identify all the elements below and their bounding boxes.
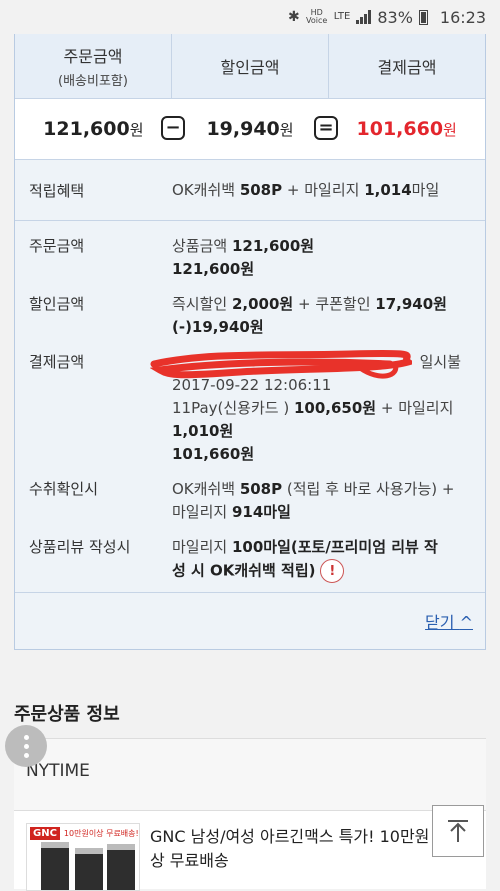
minus-icon: − [161, 116, 185, 140]
detail-discount-total: (-)19,940원 [172, 318, 264, 336]
bluetooth-icon: ✱ [287, 9, 300, 25]
order-amount-subtitle: (배송비포함) [58, 74, 128, 89]
detail-receipt-label: 수취확인시 [29, 480, 99, 498]
more-vertical-icon[interactable] [5, 725, 47, 767]
reward-mileage-unit: 마일 [411, 180, 440, 199]
detail-order-label: 주문금액 [29, 237, 85, 255]
installment-type: 일시불 [419, 353, 461, 371]
won-unit: 원 [443, 121, 457, 139]
reward-text: OK캐쉬백 508P + 마일리지 1,014마일 [172, 179, 471, 202]
product-name[interactable]: GNC 남성/여성 아르긴맥스 특가! 10만원 이상 무료배송 [150, 825, 450, 873]
card-amount: 100,650원 [293, 399, 377, 417]
reward-label: 적립혜택 [29, 181, 85, 200]
receipt-note: (적립 후 바로 사용가능) + [282, 480, 455, 498]
order-amount-value: 121,600원 [15, 118, 172, 140]
detail-discount-text: 즉시할인 2,000원 + 쿠폰할인 17,940원 (-)19,940원 [172, 293, 471, 339]
scroll-top-button[interactable] [432, 805, 484, 857]
scroll-top-icon [448, 820, 468, 842]
payment-amount-header: 결제금액 [329, 34, 485, 98]
receipt-mileage-label: 마일리지 [172, 503, 232, 521]
payment-card-line: 11Pay(신용카드 ) 100,650원 + 마일리지 [172, 397, 471, 420]
signal-icon [356, 10, 372, 24]
receipt-okcashbag-points: 508P [239, 480, 283, 498]
detail-discount-amount: 할인금액 즉시할인 2,000원 + 쿠폰할인 17,940원 (-)19,94… [15, 293, 485, 351]
reward-mileage-label: + 마일리지 [282, 180, 365, 199]
reward-okcashbag-points: 508P [239, 180, 283, 199]
summary-values: 121,600원 19,940원 101,660원 − = [15, 99, 485, 160]
payment-amount-number: 101,660 [356, 118, 444, 140]
detail-discount-label: 할인금액 [29, 295, 85, 313]
close-button[interactable]: 닫기 ^ [425, 609, 473, 633]
gnc-logo: GNC [30, 826, 60, 840]
clock: 16:23 [439, 7, 486, 27]
review-line1: 마일리지 100마일(포토/프리미엄 리뷰 작 [172, 536, 471, 559]
summary-header: 주문금액 (배송비포함) 할인금액 결제금액 [15, 34, 485, 99]
detail-order-line1: 상품금액 121,600원 [172, 235, 471, 258]
detail-review-reward: 상품리뷰 작성시 마일리지 100마일(포토/프리미엄 리뷰 작 성 시 OK캐… [15, 536, 485, 595]
product-amount-value: 121,600원 [231, 237, 315, 255]
reward-row: 적립혜택 OK캐쉬백 508P + 마일리지 1,014마일 [15, 160, 485, 221]
mileage-used-value: 1,010원 [172, 422, 234, 440]
detail-review-text: 마일리지 100마일(포토/프리미엄 리뷰 작 성 시 OK캐쉬백 적립) ! [172, 536, 471, 583]
product-bottle-image [41, 842, 69, 890]
detail-discount-line1: 즉시할인 2,000원 + 쿠폰할인 17,940원 [172, 293, 471, 316]
product-item[interactable]: GNC 10만원이상 무료배송! GNC 남성/여성 아르긴맥스 특가! 10만… [14, 810, 486, 891]
equals-icon: = [314, 116, 338, 140]
hd-voice-indicator: HD Voice [306, 8, 328, 25]
seller-box: NYTIME [14, 738, 486, 811]
discount-amount-number: 19,940 [206, 118, 280, 140]
order-amount-header: 주문금액 (배송비포함) [15, 34, 172, 98]
thumb-header: GNC 10만원이상 무료배송! [27, 824, 139, 842]
warning-icon[interactable]: ! [320, 559, 345, 583]
discount-amount-header: 할인금액 [172, 34, 329, 98]
product-bottle-image [107, 844, 135, 890]
discount-amount-value: 19,940원 [172, 118, 329, 140]
detail-order-total: 121,600원 [172, 260, 255, 278]
coupon-discount-value: 17,940원 [375, 295, 447, 313]
product-amount-label: 상품금액 [172, 237, 232, 255]
review-mileage-label: 마일리지 [172, 538, 232, 556]
review-okcashbag-text: 성 시 OK캐쉬백 적립) [172, 561, 316, 580]
instant-discount-label: 즉시할인 [172, 295, 232, 313]
status-bar: ✱ HD Voice LTE 83% 16:23 [0, 0, 500, 34]
battery-percent: 83% [377, 7, 413, 27]
chevron-up-icon: ^ [459, 613, 473, 632]
review-line2: 성 시 OK캐쉬백 적립) ! [172, 559, 471, 583]
battery-icon [418, 9, 428, 25]
section-title: 주문상품 정보 [14, 704, 120, 725]
won-unit: 원 [129, 121, 144, 139]
order-amount-number: 121,600 [43, 118, 130, 140]
detail-order-amount: 주문금액 상품금액 121,600원 121,600원 [15, 235, 485, 293]
reward-okcashbag-label: OK캐쉬백 [172, 180, 240, 199]
close-label: 닫기 [425, 613, 455, 632]
thumb-promo: 10만원이상 무료배송! [63, 828, 139, 838]
discount-amount-title: 할인금액 [220, 58, 280, 77]
payment-amount-title: 결제금액 [377, 58, 437, 77]
receipt-line2: 마일리지 914마일 [172, 501, 471, 524]
detail-order-text: 상품금액 121,600원 121,600원 [172, 235, 471, 281]
redaction-scribble [150, 349, 412, 379]
payment-summary-panel: 주문금액 (배송비포함) 할인금액 결제금액 121,600원 19,940원 … [14, 34, 486, 650]
detail-review-label: 상품리뷰 작성시 [29, 538, 131, 556]
review-mileage-text: 100마일(포토/프리미엄 리뷰 작 [231, 538, 438, 556]
detail-receipt-text: OK캐쉬백 508P (적립 후 바로 사용가능) + 마일리지 914마일 [172, 478, 471, 524]
network-indicator: LTE [333, 11, 351, 22]
product-bottle-image [75, 848, 103, 890]
instant-discount-value: 2,000원 [231, 295, 294, 313]
card-method: 11Pay(신용카드 ) [172, 399, 294, 417]
product-thumbnail[interactable]: GNC 10만원이상 무료배송! [26, 823, 140, 891]
payment-details: 주문금액 상품금액 121,600원 121,600원 할인금액 즉시할인 2,… [15, 221, 485, 595]
mileage-used-label: + 마일리지 [376, 399, 454, 417]
order-amount-title: 주문금액 [63, 47, 123, 66]
coupon-discount-label: + 쿠폰할인 [293, 295, 376, 313]
receipt-line1: OK캐쉬백 508P (적립 후 바로 사용가능) + [172, 478, 471, 501]
payment-total: 101,660원 [172, 445, 255, 463]
receipt-mileage-points: 914마일 [231, 503, 291, 521]
won-unit: 원 [279, 121, 294, 139]
reward-mileage-points: 1,014 [364, 180, 412, 199]
payment-amount-value: 101,660원 [328, 118, 485, 140]
receipt-okcashbag-label: OK캐쉬백 [172, 480, 240, 498]
close-bar: 닫기 ^ [15, 592, 485, 649]
detail-receipt-reward: 수취확인시 OK캐쉬백 508P (적립 후 바로 사용가능) + 마일리지 9… [15, 478, 485, 536]
